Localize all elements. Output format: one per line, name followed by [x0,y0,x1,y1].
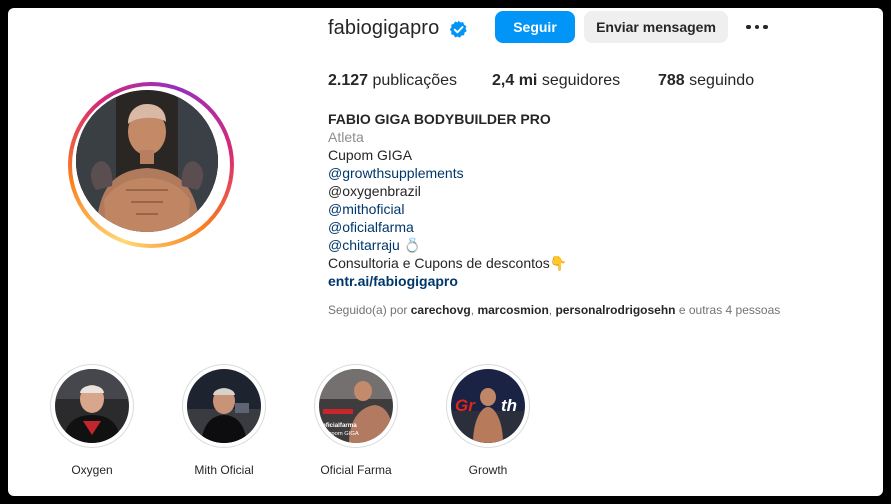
highlight-growth[interactable]: Gr th Growth [445,364,531,477]
profile-window: fabiogigapro Seguir Enviar mensagem 2.12… [8,8,883,496]
category-label: Atleta [328,129,364,145]
send-message-button[interactable]: Enviar mensagem [584,11,728,43]
full-name: FABIO GIGA BODYBUILDER PRO [328,111,551,127]
ring-emoji-icon: 💍 [403,237,422,253]
bio-line: @chitarraju 💍 [328,236,567,254]
profile-avatar[interactable] [76,90,218,232]
highlight-label: Oxygen [71,463,113,477]
svg-text:Cupom GIGA: Cupom GIGA [324,431,359,437]
highlight-oxygen[interactable]: Oxygen [49,364,135,477]
highlight-mith-oficial[interactable]: Mith Oficial [181,364,267,477]
followed-by[interactable]: Seguido(a) por carechovg, marcosmion, pe… [328,303,780,317]
mention-link[interactable]: @mithoficial [328,200,567,218]
bio-line: @oxygenbrazil [328,183,421,199]
mention-link[interactable]: @oficialfarma [328,218,567,236]
follow-button[interactable]: Seguir [495,11,575,43]
followers-stat[interactable]: 2,4 mi seguidores [492,72,620,90]
highlight-cover [55,369,129,443]
following-stat[interactable]: 788 seguindo [658,72,754,90]
profile-avatar-story-ring[interactable] [68,82,234,248]
more-options-icon[interactable] [742,15,772,39]
external-link[interactable]: entr.ai/fabiogigapro [328,272,567,290]
highlight-oficial-farma[interactable]: oficialfarma Cupom GIGA Oficial Farma [313,364,399,477]
highlight-cover: Gr th [451,369,525,443]
highlight-cover [187,369,261,443]
pointing-down-emoji-icon: 👇 [549,255,568,271]
highlight-label: Oficial Farma [320,463,392,477]
mention-link[interactable]: @growthsupplements [328,164,567,182]
username: fabiogigapro [328,17,440,39]
avatar-photo [76,90,218,232]
svg-text:Gr: Gr [455,396,476,415]
svg-text:th: th [501,396,517,415]
bio-line: Cupom GIGA [328,147,413,163]
highlight-label: Mith Oficial [194,463,254,477]
posts-stat: 2.127 publicações [328,72,457,89]
mention-link[interactable]: @chitarraju [328,237,400,253]
highlight-label: Growth [468,463,508,477]
svg-text:oficialfarma: oficialfarma [322,422,357,429]
profile-bio: FABIO GIGA BODYBUILDER PRO Atleta Cupom … [328,110,567,290]
verified-badge-icon [449,20,467,38]
highlight-cover: oficialfarma Cupom GIGA [319,369,393,443]
bio-line: Consultoria e Cupons de descontos👇 [328,255,568,271]
